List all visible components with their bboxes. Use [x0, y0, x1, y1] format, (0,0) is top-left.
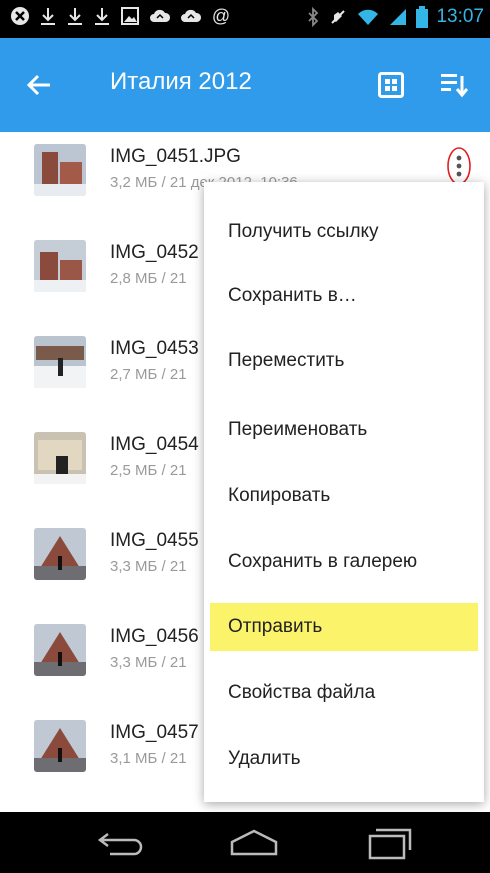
cloud-icon — [181, 9, 202, 22]
app-bar: Италия 2012 — [0, 38, 490, 132]
sort-icon[interactable] — [440, 72, 468, 98]
context-menu: Получить ссылку Сохранить в… Переместить… — [204, 182, 484, 802]
notification-icons: @ — [10, 6, 231, 26]
at-icon: @ — [211, 6, 231, 26]
menu-item-label: Копировать — [228, 485, 331, 506]
menu-item-save-to-gallery[interactable]: Сохранить в галерею — [210, 538, 478, 586]
menu-item-label: Получить ссылку — [228, 221, 379, 242]
cancel-icon — [11, 7, 29, 25]
home-icon[interactable] — [228, 828, 280, 858]
file-name: IMG_0455 — [110, 530, 199, 551]
menu-item-label: Сохранить в… — [228, 285, 357, 306]
photo-thumbnail — [34, 336, 86, 388]
menu-item-file-properties[interactable]: Свойства файла — [210, 669, 478, 717]
download-icon — [41, 8, 55, 25]
battery-icon — [416, 6, 429, 28]
menu-item-delete[interactable]: Удалить — [210, 735, 478, 783]
file-name: IMG_0451.JPG — [110, 146, 241, 167]
file-meta: 2,8 МБ / 21 — [110, 270, 187, 287]
bluetooth-icon — [308, 7, 319, 27]
menu-item-label: Переместить — [228, 350, 345, 371]
menu-item-save-to[interactable]: Сохранить в… — [210, 272, 478, 320]
file-meta: 3,3 МБ / 21 — [110, 654, 187, 671]
menu-item-label: Отправить — [228, 616, 323, 637]
photo-thumbnail — [34, 144, 86, 196]
file-name: IMG_0452 — [110, 242, 199, 263]
menu-item-get-link[interactable]: Получить ссылку — [210, 208, 478, 256]
back-arrow-icon[interactable] — [24, 70, 54, 100]
menu-item-label: Свойства файла — [228, 682, 376, 703]
menu-item-label: Сохранить в галерею — [228, 551, 418, 572]
back-icon[interactable] — [96, 828, 146, 858]
menu-item-move[interactable]: Переместить — [210, 337, 478, 385]
more-options-icon[interactable] — [446, 146, 472, 186]
file-name: IMG_0457 — [110, 722, 199, 743]
file-meta: 3,1 МБ / 21 — [110, 750, 187, 767]
file-name: IMG_0453 — [110, 338, 199, 359]
grid-view-icon[interactable] — [378, 72, 404, 98]
clock: 13:07 — [436, 6, 484, 27]
cloud-icon — [150, 9, 171, 22]
download-icon — [95, 8, 109, 25]
gallery-icon — [121, 7, 139, 25]
photo-thumbnail — [34, 720, 86, 772]
photo-thumbnail — [34, 240, 86, 292]
photo-thumbnail — [34, 432, 86, 484]
signal-icon — [390, 9, 407, 25]
menu-item-send[interactable]: Отправить — [210, 603, 478, 651]
menu-item-label: Удалить — [228, 748, 301, 769]
navigation-bar — [0, 812, 490, 873]
menu-item-rename[interactable]: Переименовать — [210, 406, 478, 454]
file-meta: 2,7 МБ / 21 — [110, 366, 187, 383]
file-name: IMG_0454 — [110, 434, 199, 455]
status-bar: @ 13:07 — [0, 0, 490, 38]
mute-icon — [331, 10, 346, 24]
system-icons: 13:07 — [306, 6, 484, 28]
file-meta: 2,5 МБ / 21 — [110, 462, 187, 479]
download-icon — [68, 8, 82, 25]
file-meta: 3,3 МБ / 21 — [110, 558, 187, 575]
folder-title: Италия 2012 — [110, 68, 252, 95]
menu-item-label: Переименовать — [228, 419, 368, 440]
wifi-icon — [358, 9, 379, 25]
file-name: IMG_0456 — [110, 626, 199, 647]
menu-item-copy[interactable]: Копировать — [210, 472, 478, 520]
photo-thumbnail — [34, 624, 86, 676]
photo-thumbnail — [34, 528, 86, 580]
recents-icon[interactable] — [368, 826, 412, 860]
